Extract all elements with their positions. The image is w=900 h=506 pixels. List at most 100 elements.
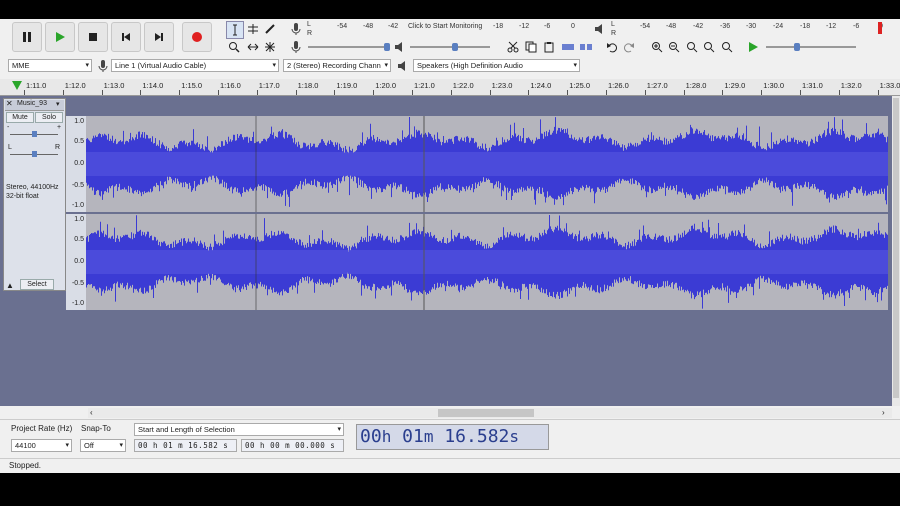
scale-label: 0.0 — [74, 258, 84, 265]
selection-tool-icon[interactable] — [226, 21, 244, 39]
ruler-tick-label: 1:31.0 — [802, 81, 823, 90]
multi-tool-icon[interactable] — [262, 39, 278, 55]
scrollbar-thumb[interactable] — [438, 409, 534, 417]
slider-thumb[interactable] — [452, 43, 458, 51]
time-minutes-unit: m — [423, 427, 434, 446]
audio-host-select[interactable]: MME ▾ — [8, 59, 92, 72]
record-icon — [192, 32, 202, 42]
scale-label: -0.5 — [71, 182, 84, 189]
copy-icon[interactable] — [523, 39, 539, 55]
solo-button[interactable]: Solo — [35, 112, 63, 123]
recording-channels-value: 2 (Stereo) Recording Chann — [287, 61, 381, 70]
recording-device-select[interactable]: Line 1 (Virtual Audio Cable) ▾ — [111, 59, 279, 72]
slider-thumb[interactable] — [794, 43, 800, 51]
meter-tick: -36 — [720, 23, 731, 30]
speaker-icon[interactable] — [592, 21, 608, 37]
zoom-tool-icon[interactable] — [226, 39, 242, 55]
selection-start-field[interactable]: 00 h 01 m 16.582 s — [134, 439, 237, 452]
track-control-panel[interactable]: ✕ Music_93 ▾ Mute Solo - + L R Stereo, 4… — [3, 98, 66, 291]
recording-channels-select[interactable]: 2 (Stereo) Recording Chann ▾ — [283, 59, 391, 72]
scroll-left-icon[interactable]: ‹ — [90, 408, 93, 417]
microphone-icon — [95, 58, 111, 74]
time-minutes: 01 — [402, 426, 424, 447]
fit-selection-icon[interactable] — [684, 39, 700, 55]
play-head-icon[interactable] — [12, 81, 22, 91]
gain-slider[interactable] — [10, 131, 58, 137]
selection-length-field[interactable]: 00 h 00 m 00.000 s — [241, 439, 344, 452]
play-speed-slider[interactable] — [766, 43, 856, 51]
close-icon[interactable]: ✕ — [6, 99, 13, 108]
record-button[interactable] — [182, 22, 212, 52]
skip-to-end-button[interactable] — [144, 22, 174, 52]
playback-device-value: Speakers (High Definition Audio — [417, 61, 523, 70]
ruler-tick-label: 1:21.0 — [414, 81, 435, 90]
project-rate-select[interactable]: 44100 ▾ — [11, 439, 72, 452]
slider-thumb[interactable] — [384, 43, 390, 51]
slider-thumb[interactable] — [32, 131, 37, 137]
zoom-in-icon[interactable] — [649, 39, 665, 55]
pause-button[interactable] — [12, 22, 42, 52]
zoom-toggle-icon[interactable] — [719, 39, 735, 55]
ruler-tick — [644, 90, 646, 95]
time-shift-tool-icon[interactable] — [245, 39, 261, 55]
ruler-tick-label: 1:15.0 — [181, 81, 203, 90]
recording-meter[interactable]: -54 -48 -42 Click to Start Monitoring -1… — [315, 22, 583, 34]
ruler-tick — [24, 90, 25, 95]
zoom-out-icon[interactable] — [666, 39, 682, 55]
scrollbar-thumb[interactable] — [893, 98, 899, 398]
selection-toolbar: Project Rate (Hz) 44100 ▾ Snap-To Off ▾ St… — [0, 419, 900, 458]
cut-icon[interactable] — [505, 39, 521, 55]
playback-device-select[interactable]: Speakers (High Definition Audio ▾ — [413, 59, 580, 72]
fit-project-icon[interactable] — [701, 39, 717, 55]
slider-thumb[interactable] — [32, 151, 37, 157]
pan-left-label: L — [8, 144, 12, 151]
redo-icon[interactable] — [621, 39, 637, 55]
play-button[interactable] — [45, 22, 75, 52]
selection-start-value: 00 h 01 m 16.582 s — [138, 441, 229, 450]
stop-button[interactable] — [78, 22, 108, 52]
amplitude-scale-left: 1.0 0.5 0.0 -0.5 -1.0 — [66, 116, 86, 212]
draw-tool-icon[interactable] — [262, 21, 278, 37]
ruler-tick — [528, 90, 530, 95]
envelope-tool-icon[interactable] — [245, 21, 261, 37]
monitor-hint[interactable]: Click to Start Monitoring — [408, 23, 482, 30]
selection-mode-select[interactable]: Start and Length of Selection ▾ — [134, 423, 344, 436]
silence-icon[interactable] — [578, 39, 594, 55]
playback-meter[interactable]: -54 -48 -42 -36 -30 -24 -18 -12 -6 0 — [620, 22, 890, 34]
stop-icon — [89, 33, 97, 41]
snap-to-select[interactable]: Off ▾ — [80, 439, 126, 452]
horizontal-scrollbar[interactable]: ‹ › — [88, 408, 892, 418]
tracks-area[interactable]: ✕ Music_93 ▾ Mute Solo - + L R Stereo, 4… — [0, 96, 892, 406]
recording-volume-slider[interactable] — [308, 43, 390, 51]
microphone-icon[interactable] — [288, 21, 304, 37]
chevron-down-icon: ▾ — [384, 62, 388, 69]
clip-indicator[interactable] — [878, 22, 882, 34]
undo-icon[interactable] — [604, 39, 620, 55]
ruler-tick-label: 1:11.0 — [26, 81, 47, 90]
mute-button[interactable]: Mute — [6, 112, 34, 123]
timeline-ruler[interactable]: 1:11.0 1:12.0 1:13.0 1:14.0 1:15.0 1:16.0 1:17… — [0, 79, 900, 96]
ruler-tick — [412, 90, 413, 95]
ruler-tick-label: 1:30.0 — [763, 81, 785, 90]
collapse-icon[interactable]: ▲ — [6, 281, 14, 290]
meter-tick: -6 — [544, 23, 551, 30]
paste-icon[interactable] — [541, 39, 557, 55]
ruler-tick — [101, 90, 103, 95]
chevron-down-icon[interactable]: ▾ — [56, 100, 60, 108]
pan-slider[interactable] — [10, 151, 58, 157]
ruler-tick-label: 1:14.0 — [142, 81, 164, 90]
track-name[interactable]: Music_93 — [17, 100, 47, 107]
waveform-left-channel[interactable] — [86, 116, 888, 212]
play-at-speed-icon[interactable] — [745, 39, 761, 55]
track-title-bar[interactable]: ✕ Music_93 ▾ — [5, 99, 64, 111]
waveform-right-channel[interactable] — [86, 214, 888, 310]
trim-icon[interactable] — [560, 39, 576, 55]
scroll-right-icon[interactable]: › — [882, 408, 885, 417]
playback-volume-slider[interactable] — [410, 43, 490, 51]
skip-to-start-button[interactable] — [111, 22, 141, 52]
select-button[interactable]: Select — [20, 279, 54, 290]
meter-right-label: R — [611, 30, 617, 37]
audio-position-display[interactable]: 00h 01m 16.582s — [356, 424, 549, 450]
vertical-scrollbar[interactable] — [892, 96, 900, 406]
meter-right-label: R — [307, 30, 313, 37]
